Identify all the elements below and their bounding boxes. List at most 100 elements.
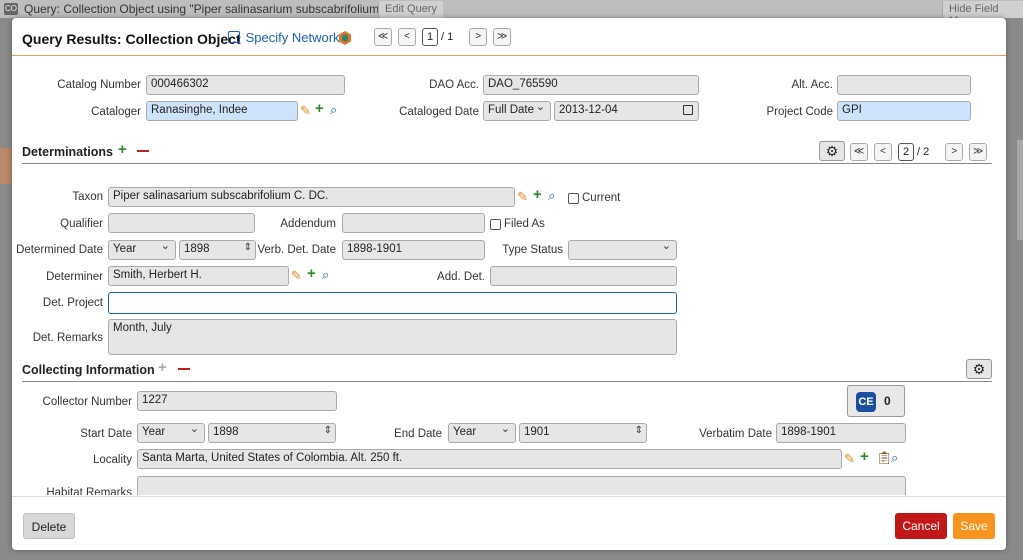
collecting-event-button[interactable]: CE 0 bbox=[847, 385, 905, 417]
collector-number-field[interactable]: 1227 bbox=[137, 391, 337, 411]
dialog-footer: Delete Cancel Save bbox=[12, 496, 1006, 550]
verb-det-date-label: Verb. Det. Date bbox=[257, 244, 336, 256]
search-locality-magnifier-icon[interactable]: ⌕ bbox=[891, 451, 898, 465]
cataloger-field[interactable]: Ranasinghe, Indee bbox=[146, 101, 298, 121]
previous-determination-button[interactable]: < bbox=[874, 143, 892, 161]
current-checkbox[interactable] bbox=[568, 193, 579, 204]
verbatim-date-label: Verbatim Date bbox=[699, 428, 772, 440]
collector-number-label: Collector Number bbox=[42, 396, 132, 408]
verb-det-date-field[interactable]: 1898-1901 bbox=[342, 240, 485, 260]
search-cataloger-magnifier-icon[interactable]: ⌕ bbox=[330, 103, 337, 117]
qualifier-label: Qualifier bbox=[60, 218, 103, 230]
edit-query-tab[interactable]: Edit Query bbox=[378, 1, 443, 18]
add-det-field[interactable] bbox=[490, 266, 677, 286]
first-determination-button[interactable]: ≪ bbox=[850, 143, 868, 161]
edit-locality-pencil-icon[interactable]: ✎ bbox=[844, 452, 855, 466]
next-record-button[interactable]: > bbox=[469, 28, 488, 46]
save-button[interactable]: Save bbox=[953, 513, 995, 539]
last-record-button[interactable]: ≫ bbox=[493, 28, 512, 46]
end-date-year-input[interactable]: 1901 bbox=[519, 423, 647, 443]
add-taxon-plus-icon[interactable]: + bbox=[533, 187, 542, 202]
remove-collecting-event-minus-icon[interactable] bbox=[178, 368, 190, 370]
det-remarks-label: Det. Remarks bbox=[32, 332, 103, 344]
catalog-number-field[interactable]: 000466302 bbox=[146, 75, 345, 95]
background-window-title: Query: Collection Object using "Piper sa… bbox=[24, 2, 380, 16]
taxon-label: Taxon bbox=[72, 191, 103, 203]
habitat-remarks-label: Habitat Remarks bbox=[46, 487, 132, 495]
remove-determination-minus-icon[interactable] bbox=[137, 150, 149, 152]
previous-record-button[interactable]: < bbox=[398, 28, 416, 46]
edit-determiner-pencil-icon[interactable]: ✎ bbox=[291, 269, 302, 283]
cataloged-date-input[interactable]: 2013-12-04 bbox=[554, 101, 699, 121]
verbatim-date-field[interactable]: 1898-1901 bbox=[776, 423, 906, 443]
determination-pager: ≪ < 2 / 2 > ≫ bbox=[850, 143, 988, 161]
dialog-title: Query Results: Collection Object bbox=[22, 31, 241, 47]
cataloged-date-precision-select[interactable]: Full Date bbox=[483, 101, 551, 121]
collecting-divider bbox=[22, 381, 992, 382]
addendum-field[interactable] bbox=[342, 213, 485, 233]
determiner-label: Determiner bbox=[46, 271, 103, 283]
taxon-field[interactable]: Piper salinasarium subscabrifolium C. DC… bbox=[108, 187, 515, 207]
cancel-button[interactable]: Cancel bbox=[895, 513, 947, 539]
cataloged-date-value: 2013-12-04 bbox=[559, 104, 618, 116]
alt-acc-label: Alt. Acc. bbox=[791, 79, 833, 91]
calendar-icon[interactable] bbox=[683, 105, 693, 115]
background-app-bar: CO Query: Collection Object using "Piper… bbox=[0, 0, 1023, 27]
start-date-label: Start Date bbox=[80, 428, 132, 440]
type-status-label: Type Status bbox=[502, 244, 563, 256]
project-code-field[interactable]: GPI bbox=[837, 101, 971, 121]
habitat-remarks-textarea[interactable] bbox=[137, 476, 906, 495]
cataloged-date-label: Cataloged Date bbox=[399, 106, 479, 118]
hide-field-mapper-tab[interactable]: Hide Field Mapp bbox=[942, 1, 1023, 27]
add-collecting-event-plus-icon[interactable]: + bbox=[158, 359, 167, 376]
determinations-settings-gear-icon[interactable]: ⚙ bbox=[819, 141, 845, 161]
external-link-icon bbox=[228, 31, 240, 43]
edit-taxon-pencil-icon[interactable]: ✎ bbox=[517, 190, 528, 204]
current-determination-input[interactable]: 2 bbox=[898, 143, 914, 161]
edit-cataloger-pencil-icon[interactable]: ✎ bbox=[300, 104, 311, 118]
determined-date-year-input[interactable]: 1898 bbox=[179, 240, 256, 260]
collecting-settings-gear-icon[interactable]: ⚙ bbox=[966, 359, 992, 379]
first-record-button[interactable]: ≪ bbox=[374, 28, 392, 46]
start-date-precision-select[interactable]: Year bbox=[137, 423, 205, 443]
add-cataloger-plus-icon[interactable]: + bbox=[315, 101, 324, 116]
filed-as-checkbox[interactable] bbox=[490, 219, 501, 230]
locality-field[interactable]: Santa Marta, United States of Colombia. … bbox=[137, 449, 842, 469]
det-remarks-textarea[interactable]: Month, July bbox=[108, 319, 677, 355]
qualifier-field[interactable] bbox=[108, 213, 255, 233]
alt-acc-field[interactable] bbox=[837, 75, 971, 95]
determination-total: / 2 bbox=[917, 146, 930, 158]
start-date-year-input[interactable]: 1898 bbox=[208, 423, 336, 443]
background-panel-edge bbox=[0, 148, 12, 184]
app-badge: CO bbox=[4, 3, 18, 15]
locality-label: Locality bbox=[93, 454, 132, 466]
form-body: Catalog Number 000466302 DAO Acc. DAO_76… bbox=[12, 57, 1006, 495]
next-determination-button[interactable]: > bbox=[945, 143, 964, 161]
end-date-label: End Date bbox=[394, 428, 442, 440]
type-status-select[interactable] bbox=[568, 240, 677, 260]
determiner-field[interactable]: Smith, Herbert H. bbox=[108, 266, 289, 286]
catalog-number-label: Catalog Number bbox=[57, 79, 141, 91]
dao-acc-field[interactable]: DAO_765590 bbox=[483, 75, 699, 95]
specify-network-link[interactable]: Specify Network bbox=[228, 30, 340, 45]
determined-date-precision-select[interactable]: Year bbox=[108, 240, 176, 260]
add-locality-plus-icon[interactable]: + bbox=[860, 449, 869, 464]
add-determiner-plus-icon[interactable]: + bbox=[307, 266, 316, 281]
search-determiner-magnifier-icon[interactable]: ⌕ bbox=[322, 268, 329, 282]
add-determination-plus-icon[interactable]: + bbox=[118, 141, 127, 158]
search-taxon-magnifier-icon[interactable]: ⌕ bbox=[548, 189, 555, 203]
collecting-event-count: 0 bbox=[884, 394, 891, 408]
filed-as-label: Filed As bbox=[504, 218, 545, 230]
delete-button[interactable]: Delete bbox=[23, 513, 75, 539]
dao-acc-label: DAO Acc. bbox=[429, 79, 479, 91]
det-project-field[interactable] bbox=[108, 292, 677, 314]
cataloger-label: Cataloger bbox=[91, 106, 141, 118]
specify-network-logo-icon bbox=[339, 31, 351, 45]
end-date-precision-select[interactable]: Year bbox=[448, 423, 516, 443]
collecting-information-heading: Collecting Information bbox=[22, 363, 155, 377]
addendum-label: Addendum bbox=[280, 218, 336, 230]
collecting-event-icon: CE bbox=[856, 392, 876, 412]
determinations-heading: Determinations bbox=[22, 145, 113, 159]
last-determination-button[interactable]: ≫ bbox=[969, 143, 988, 161]
current-record-input[interactable]: 1 bbox=[422, 28, 438, 46]
